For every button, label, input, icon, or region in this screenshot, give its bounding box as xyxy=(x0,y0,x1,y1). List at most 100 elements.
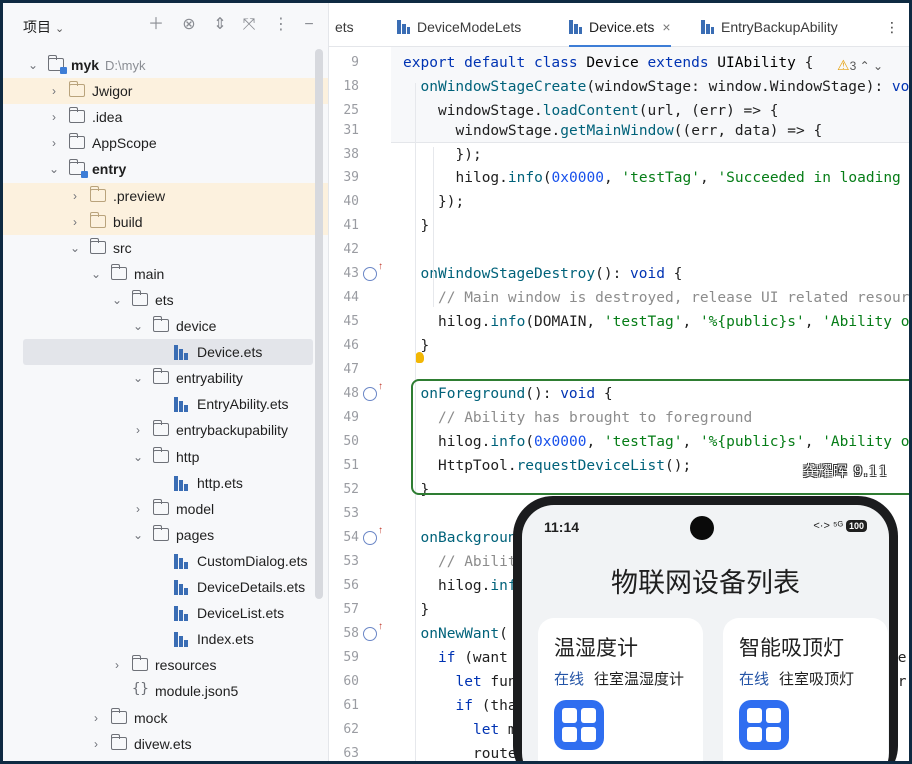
tree-item[interactable]: ⌄ device xyxy=(3,313,328,339)
tree-item[interactable]: ⌄ main xyxy=(3,261,328,287)
tree-item-label: Device.ets xyxy=(197,344,263,361)
ets-file-icon xyxy=(174,580,188,595)
override-method-icon[interactable] xyxy=(363,525,383,545)
tree-item[interactable]: http.ets xyxy=(3,470,328,496)
tree-item[interactable]: › Jwigor xyxy=(3,78,328,105)
tree-item[interactable]: CustomDialog.ets xyxy=(3,548,328,574)
override-method-icon[interactable] xyxy=(363,381,383,401)
code-line: route xyxy=(473,746,517,761)
tree-item[interactable]: {} module.json5 xyxy=(3,678,328,704)
expand-all-icon[interactable]: ⇕ xyxy=(210,15,230,35)
tree-item[interactable]: › .idea xyxy=(3,104,328,130)
line-number: 48 xyxy=(343,386,359,401)
chevron-right-icon[interactable]: › xyxy=(90,731,102,757)
add-icon[interactable]: ＋ xyxy=(146,15,166,35)
chevron-down-icon[interactable]: ⌄ xyxy=(48,156,60,182)
line-number: 59 xyxy=(343,650,359,665)
camera-cutout xyxy=(690,516,714,540)
tree-item-label: Jwigor xyxy=(92,83,133,100)
chevron-down-icon[interactable]: ⌄ xyxy=(132,522,144,548)
ets-file-icon xyxy=(174,475,188,491)
json-file-icon: {} xyxy=(132,681,149,698)
chevron-right-icon[interactable]: › xyxy=(69,183,81,209)
chevron-right-icon[interactable]: › xyxy=(132,417,144,443)
tree-item-label: myk D:\myk xyxy=(71,57,146,73)
folder-icon xyxy=(131,289,148,306)
tree-item[interactable]: ⌄ pages xyxy=(3,522,328,548)
tree-item[interactable]: Index.ets xyxy=(3,626,328,652)
code-line: // Main window is destroyed, release UI … xyxy=(438,290,909,306)
device-card[interactable]: 温湿度计 在线 往室温湿度计 xyxy=(538,618,703,761)
folder-icon xyxy=(89,211,106,228)
tree-item[interactable]: ⌄ myk D:\myk xyxy=(3,52,328,78)
editor-tab[interactable]: ets xyxy=(335,3,354,47)
chevron-right-icon[interactable]: › xyxy=(90,705,102,731)
tree-item[interactable]: ⌄ ets xyxy=(3,287,328,313)
chevron-down-icon[interactable]: ⌄ xyxy=(111,287,123,313)
tree-item[interactable]: › build xyxy=(3,208,328,235)
warning-icon: ⚠ xyxy=(837,57,850,73)
warning-indicator[interactable]: ⚠3 ⌃ ⌄ xyxy=(837,57,883,74)
chevron-down-icon[interactable]: ⌄ xyxy=(132,313,144,339)
tree-item[interactable]: › resources xyxy=(3,652,328,678)
chevron-right-icon[interactable]: › xyxy=(48,130,60,156)
line-number: 46 xyxy=(343,338,359,353)
chevron-down-icon[interactable]: ⌄ xyxy=(27,52,39,78)
override-method-icon[interactable] xyxy=(363,621,383,641)
tree-item-label: Index.ets xyxy=(197,631,254,648)
tab-label: ets xyxy=(335,19,354,35)
folder-icon xyxy=(68,159,88,179)
device-grid-icon xyxy=(739,700,789,750)
app-title: 物联网设备列表 xyxy=(611,568,800,599)
device-card[interactable]: 智能吸顶灯 在线 往室吸顶灯 xyxy=(723,618,888,761)
locate-icon[interactable]: ⊗ xyxy=(179,15,199,35)
tree-item[interactable]: › mock xyxy=(3,705,328,731)
chevron-right-icon[interactable]: › xyxy=(48,78,60,104)
code-line: windowStage.getMainWindow((err, data) =>… xyxy=(455,123,823,139)
tree-item[interactable]: EntryAbility.ets xyxy=(3,391,328,417)
tab-label: Device.ets xyxy=(589,19,655,35)
tree-item[interactable]: ⌄ http xyxy=(3,444,328,470)
code-line: let m xyxy=(473,722,517,738)
project-scrollbar[interactable] xyxy=(315,49,323,599)
ets-file-icon xyxy=(174,553,188,569)
tree-item[interactable]: DeviceDetails.ets xyxy=(3,574,328,600)
line-number: 60 xyxy=(343,674,359,689)
more-icon[interactable]: ⋮ xyxy=(271,15,291,35)
project-view-selector[interactable]: 项目 ⌄ xyxy=(23,17,64,37)
chevron-down-icon[interactable]: ⌄ xyxy=(132,444,144,470)
code-line: onWindowStageCreate(windowStage: window.… xyxy=(420,79,910,95)
tree-item[interactable]: DeviceList.ets xyxy=(3,600,328,626)
tree-item[interactable]: › .preview xyxy=(3,182,328,209)
code-line: }); xyxy=(455,147,482,163)
chevron-right-icon[interactable]: › xyxy=(48,104,60,130)
tree-item[interactable]: › AppScope xyxy=(3,130,328,156)
chevron-down-icon[interactable]: ⌄ xyxy=(90,261,102,287)
code-line: onBackgroun xyxy=(420,530,517,546)
close-icon[interactable]: × xyxy=(662,19,670,35)
tree-item-label: entry xyxy=(92,161,127,178)
editor-tab[interactable]: Device.ets × xyxy=(569,3,671,47)
editor-tab[interactable]: EntryBackupAbility xyxy=(701,3,838,47)
chevron-down-icon[interactable]: ⌄ xyxy=(132,365,144,391)
tree-item[interactable]: › model xyxy=(3,496,328,522)
collapse-all-icon[interactable]: ⤧ xyxy=(239,15,259,35)
chevron-right-icon[interactable]: › xyxy=(111,652,123,678)
line-number: 45 xyxy=(343,314,359,329)
editor-tab[interactable]: DeviceModeLets xyxy=(397,3,521,47)
tree-item[interactable]: › entrybackupability xyxy=(3,417,328,443)
tree-item[interactable]: ⌄ entryability xyxy=(3,365,328,391)
folder-icon xyxy=(89,237,106,254)
chevron-right-icon[interactable]: › xyxy=(69,209,81,235)
minimize-icon[interactable]: − xyxy=(299,15,319,35)
line-number: 40 xyxy=(343,194,359,209)
chevron-right-icon[interactable]: › xyxy=(132,496,144,522)
tree-item[interactable]: ⌄ src xyxy=(3,235,328,261)
code-line: }); xyxy=(438,194,465,210)
tree-item[interactable]: Device.ets xyxy=(23,339,313,366)
tree-item[interactable]: › divew.ets xyxy=(3,731,328,757)
chevron-down-icon[interactable]: ⌄ xyxy=(69,235,81,261)
tree-item[interactable]: ⌄ entry xyxy=(3,156,328,182)
override-method-icon[interactable] xyxy=(363,261,383,281)
tab-more-icon[interactable]: ⋮ xyxy=(885,3,899,47)
